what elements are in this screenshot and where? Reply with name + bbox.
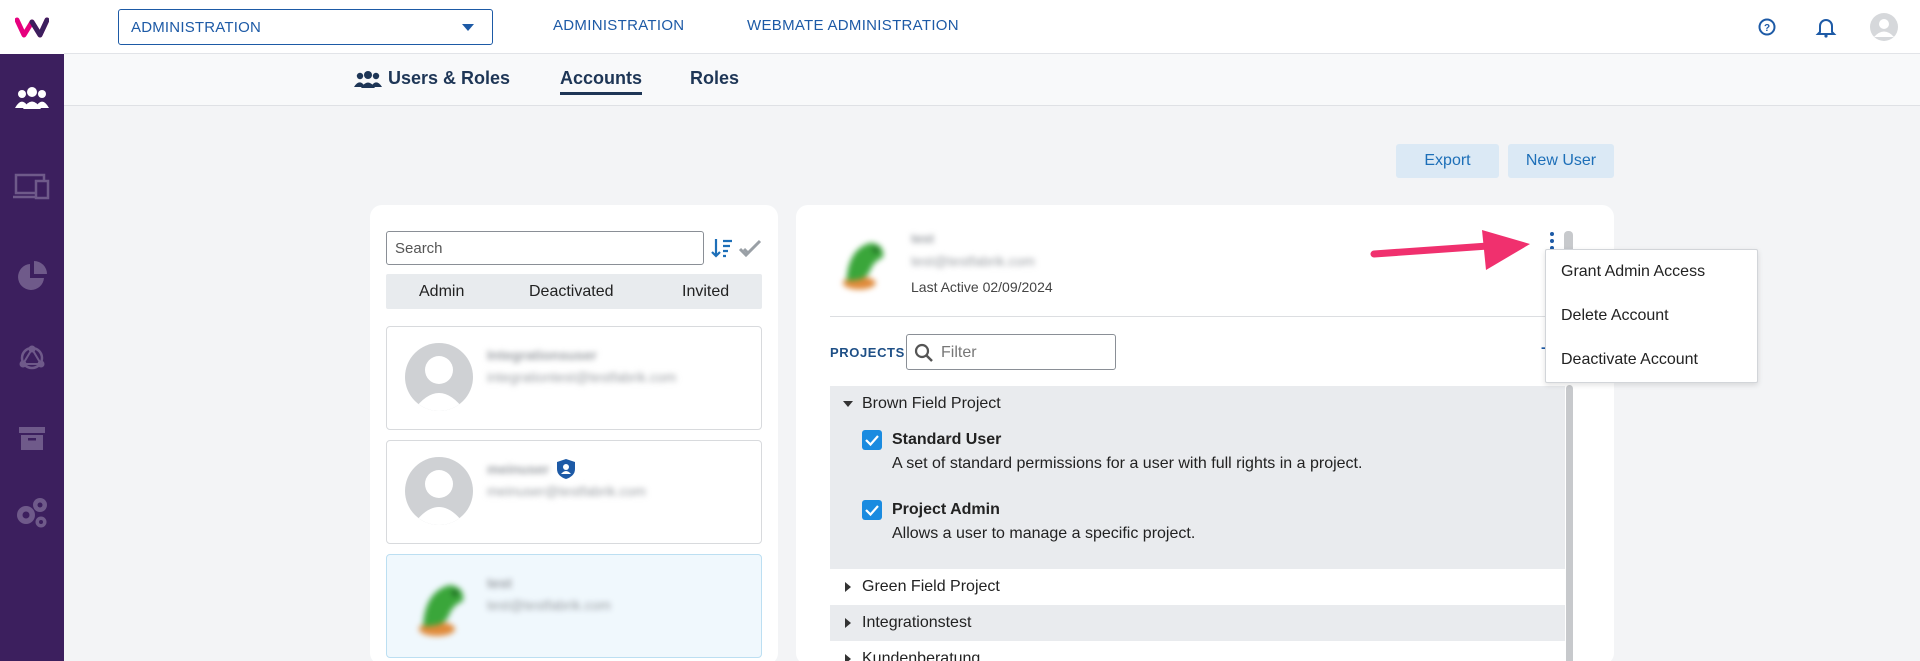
- side-rail: [0, 0, 64, 661]
- sort-icon[interactable]: [711, 237, 733, 264]
- archive-nav-icon[interactable]: [0, 418, 64, 458]
- export-button[interactable]: Export: [1396, 144, 1499, 178]
- users-group-icon: [354, 70, 382, 88]
- list-item[interactable]: Integrationsuser integrationtest@testfab…: [386, 326, 762, 430]
- avatar: [405, 343, 473, 411]
- role-description: A set of standard permissions for a user…: [892, 455, 1363, 472]
- top-link-administration[interactable]: ADMINISTRATION: [553, 17, 684, 34]
- bell-icon[interactable]: [1813, 14, 1839, 45]
- list-item[interactable]: meinuser meinuser@testfabrik.com: [386, 440, 762, 544]
- caret-right-icon: [845, 654, 851, 661]
- search-icon: [914, 343, 934, 368]
- new-user-button[interactable]: New User: [1508, 144, 1614, 178]
- caret-right-icon: [845, 618, 851, 628]
- project-name: Brown Field Project: [862, 395, 1001, 412]
- user-name: meinuser: [487, 461, 550, 477]
- divider: [830, 316, 1578, 317]
- project-node-expanded: Brown Field Project Standard User A set …: [830, 386, 1565, 569]
- annotation-arrow-icon: [1370, 230, 1530, 270]
- top-bar: ADMINISTRATION ADMINISTRATION WEBMATE AD…: [64, 0, 1920, 54]
- user-email: integrationtest@testfabrik.com: [487, 369, 677, 385]
- devices-nav-icon[interactable]: [0, 166, 64, 206]
- search-input[interactable]: Search: [386, 231, 704, 265]
- avatar: [405, 571, 475, 641]
- last-active-text: Last Active 02/09/2024: [911, 279, 1053, 295]
- caret-down-icon: [843, 401, 853, 407]
- filter-invited[interactable]: Invited: [682, 283, 729, 301]
- chevron-down-icon: [462, 24, 474, 31]
- project-row[interactable]: Green Field Project: [830, 569, 1565, 605]
- caret-right-icon: [845, 582, 851, 592]
- detail-user-name: test: [911, 231, 935, 246]
- filter-placeholder: Filter: [941, 344, 977, 361]
- user-email: meinuser@testfabrik.com: [487, 483, 646, 499]
- admin-shield-icon: [556, 458, 576, 485]
- app-logo[interactable]: [0, 0, 64, 54]
- menu-item-deactivate-account[interactable]: Deactivate Account: [1561, 351, 1698, 369]
- project-row[interactable]: Kundenberatung: [830, 641, 1565, 661]
- list-item[interactable]: test test@testfabrik.com: [386, 554, 762, 658]
- top-link-webmate-administration[interactable]: WEBMATE ADMINISTRATION: [747, 17, 959, 34]
- filter-bar: Admin Deactivated Invited: [386, 274, 762, 309]
- settings-nav-icon[interactable]: [0, 492, 64, 532]
- role-title: Standard User: [892, 431, 1002, 448]
- user-name: Integrationsuser: [487, 347, 597, 363]
- menu-item-grant-admin-access[interactable]: Grant Admin Access: [1561, 263, 1705, 281]
- menu-item-delete-account[interactable]: Delete Account: [1561, 307, 1669, 325]
- tab-users-roles[interactable]: Users & Roles: [354, 68, 510, 89]
- help-icon[interactable]: ?: [1754, 14, 1780, 45]
- tree-scrollbar[interactable]: [1566, 385, 1573, 661]
- filter-deactivated[interactable]: Deactivated: [529, 283, 614, 301]
- detail-avatar: [830, 229, 894, 295]
- role-description: Allows a user to manage a specific proje…: [892, 525, 1196, 542]
- project-row[interactable]: Brown Field Project: [830, 386, 1565, 422]
- tab-accounts[interactable]: Accounts: [560, 68, 643, 95]
- sub-nav: Users & Roles Accounts Roles: [64, 54, 1920, 106]
- role-checkbox[interactable]: [862, 430, 882, 450]
- role-title: Project Admin: [892, 501, 1000, 518]
- detail-user-email: test@testfabrik.com: [911, 253, 1035, 269]
- user-email: test@testfabrik.com: [487, 597, 611, 613]
- network-nav-icon[interactable]: [0, 338, 64, 378]
- context-select-value: ADMINISTRATION: [131, 18, 262, 36]
- context-select[interactable]: ADMINISTRATION: [118, 9, 493, 45]
- webmate-logo-icon: [15, 17, 49, 38]
- account-actions-menu: Grant Admin Access Delete Account Deacti…: [1545, 249, 1758, 383]
- svg-text:?: ?: [1764, 23, 1770, 34]
- user-list-panel: Search Admin Deactivated Invited Integra…: [370, 205, 778, 661]
- avatar: [405, 457, 473, 525]
- filter-admin[interactable]: Admin: [419, 283, 464, 301]
- analytics-nav-icon[interactable]: [0, 256, 64, 296]
- users-nav-icon[interactable]: [0, 78, 64, 118]
- tab-roles[interactable]: Roles: [690, 68, 739, 89]
- select-all-check-icon[interactable]: [738, 237, 762, 264]
- user-avatar-icon[interactable]: [1869, 12, 1899, 47]
- tab-users-roles-label: Users & Roles: [388, 68, 511, 88]
- project-name: Integrationstest: [862, 614, 972, 631]
- project-name: Kundenberatung: [862, 650, 981, 661]
- projects-label: PROJECTS: [830, 345, 905, 360]
- project-row[interactable]: Integrationstest: [830, 605, 1565, 641]
- project-name: Green Field Project: [862, 578, 1000, 595]
- project-filter-input[interactable]: Filter: [906, 334, 1116, 370]
- user-name: test: [487, 575, 512, 591]
- role-checkbox[interactable]: [862, 500, 882, 520]
- project-tree: Brown Field Project Standard User A set …: [830, 386, 1565, 661]
